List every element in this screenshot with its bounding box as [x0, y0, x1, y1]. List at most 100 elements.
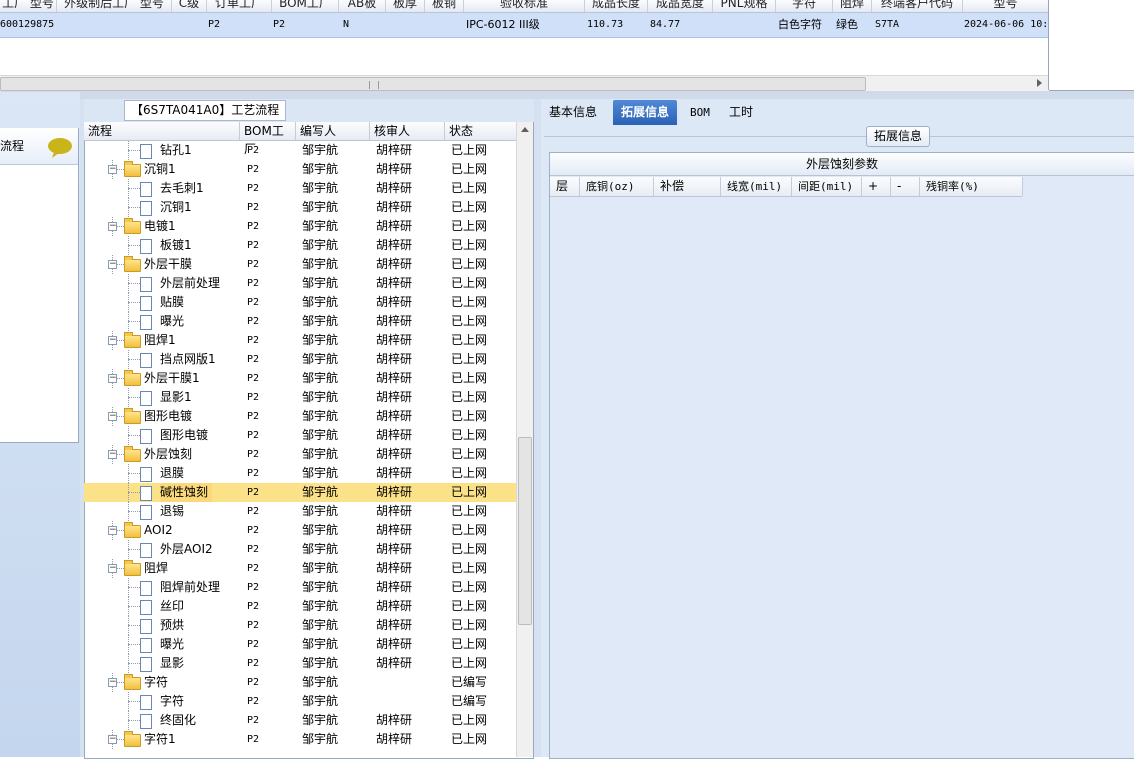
- col-header-solder[interactable]: 阻焊: [833, 0, 872, 12]
- etch-col-line-width[interactable]: 线宽(mil): [721, 177, 792, 196]
- tree-row[interactable]: − 电镀1 P2 邹宇航 胡梓研 已上网: [84, 217, 516, 236]
- middle-splitter[interactable]: [534, 99, 541, 757]
- col-header-order-factory[interactable]: 订单工厂: [207, 0, 272, 12]
- collapse-toggle-icon[interactable]: −: [108, 412, 117, 421]
- tree-row[interactable]: 显影1 P2 邹宇航 胡梓研 已上网: [84, 388, 516, 407]
- tree-row[interactable]: 预烘 P2 邹宇航 胡梓研 已上网: [84, 616, 516, 635]
- collapse-toggle-icon[interactable]: −: [108, 336, 117, 345]
- tree-row[interactable]: 图形电镀 P2 邹宇航 胡梓研 已上网: [84, 426, 516, 445]
- collapse-toggle-icon[interactable]: −: [108, 735, 117, 744]
- col-header-ab[interactable]: AB板: [339, 0, 386, 12]
- tree-row[interactable]: − 外层干膜1 P2 邹宇航 胡梓研 已上网: [84, 369, 516, 388]
- tree-row[interactable]: 挡点网版1 P2 邹宇航 胡梓研 已上网: [84, 350, 516, 369]
- tree-row[interactable]: 显影 P2 邹宇航 胡梓研 已上网: [84, 654, 516, 673]
- tree-row[interactable]: 终固化 P2 邹宇航 胡梓研 已上网: [84, 711, 516, 730]
- scroll-up-arrow-icon[interactable]: [521, 127, 529, 132]
- folder-icon: [124, 731, 141, 747]
- tree-row[interactable]: 沉铜1 P2 邹宇航 胡梓研 已上网: [84, 198, 516, 217]
- etch-col-residual-copper[interactable]: 残铜率(%): [920, 177, 1023, 196]
- etch-col-plus[interactable]: +: [862, 177, 891, 196]
- tree-row-label: 外层干膜: [144, 257, 193, 271]
- col-header-customer[interactable]: 终端客户代码: [872, 0, 963, 12]
- collapse-toggle-icon[interactable]: −: [108, 564, 117, 573]
- etch-col-minus[interactable]: -: [891, 177, 920, 196]
- tree-row[interactable]: − 外层干膜 P2 邹宇航 胡梓研 已上网: [84, 255, 516, 274]
- col-header-length[interactable]: 成品长度: [585, 0, 648, 12]
- etch-col-base-copper[interactable]: 底铜(oz): [580, 177, 654, 196]
- tree-row[interactable]: − 阻焊 P2 邹宇航 胡梓研 已上网: [84, 559, 516, 578]
- collapse-toggle-icon[interactable]: −: [108, 165, 117, 174]
- tree-row[interactable]: − 字符1 P2 邹宇航 胡梓研 已上网: [84, 730, 516, 749]
- collapse-toggle-icon[interactable]: −: [108, 450, 117, 459]
- tab-bom[interactable]: BOM: [682, 100, 718, 125]
- tree-row-status: 已上网: [451, 447, 488, 461]
- tree-row[interactable]: 外层前处理 P2 邹宇航 胡梓研 已上网: [84, 274, 516, 293]
- tab-extended-info[interactable]: 拓展信息: [613, 100, 678, 125]
- col-header-type[interactable]: 型号: [963, 0, 1048, 12]
- collapse-toggle-icon[interactable]: −: [108, 222, 117, 231]
- tree-col-writer[interactable]: 编写人: [296, 122, 370, 140]
- tree-row[interactable]: − 图形电镀 P2 邹宇航 胡梓研 已上网: [84, 407, 516, 426]
- document-icon: [140, 638, 152, 653]
- tree-row-factory: P2: [247, 202, 260, 213]
- collapse-toggle-icon[interactable]: −: [108, 678, 117, 687]
- tree-vscroll-thumb[interactable]: [518, 437, 532, 625]
- tree-row[interactable]: 阻焊前处理 P2 邹宇航 胡梓研 已上网: [84, 578, 516, 597]
- tree-row[interactable]: 碱性蚀刻 P2 邹宇航 胡梓研 已上网: [84, 483, 516, 502]
- tree-row[interactable]: 去毛刺1 P2 邹宇航 胡梓研 已上网: [84, 179, 516, 198]
- tree-row-writer: 邹宇航: [302, 561, 339, 575]
- tree-row[interactable]: 曝光 P2 邹宇航 胡梓研 已上网: [84, 312, 516, 331]
- comment-icon[interactable]: [47, 137, 73, 162]
- col-header-char[interactable]: 字符: [776, 0, 833, 12]
- tree-row-label: 字符: [144, 675, 169, 689]
- col-header-copper[interactable]: 板铜: [425, 0, 464, 12]
- horizontal-splitter[interactable]: [0, 91, 1134, 99]
- hscroll-right-arrow-icon[interactable]: [1037, 79, 1042, 87]
- etch-col-spacing[interactable]: 间距(mil): [792, 177, 862, 196]
- tree-row-reviewer: 胡梓研: [376, 352, 413, 366]
- tree-row-writer: 邹宇航: [302, 542, 339, 556]
- tree-row[interactable]: − AOI2 P2 邹宇航 胡梓研 已上网: [84, 521, 516, 540]
- col-header-bom-factory[interactable]: BOM工厂: [272, 0, 339, 12]
- tree-row[interactable]: − 外层蚀刻 P2 邹宇航 胡梓研 已上网: [84, 445, 516, 464]
- col-header-width[interactable]: 成品宽度: [648, 0, 713, 12]
- tree-row[interactable]: 丝印 P2 邹宇航 胡梓研 已上网: [84, 597, 516, 616]
- tree-row[interactable]: 板镀1 P2 邹宇航 胡梓研 已上网: [84, 236, 516, 255]
- col-header-c-level[interactable]: C级: [172, 0, 207, 12]
- tree-col-status[interactable]: 状态: [445, 122, 517, 140]
- tree-vscrollbar[interactable]: [516, 122, 533, 757]
- tree-row[interactable]: 曝光 P2 邹宇航 胡梓研 已上网: [84, 635, 516, 654]
- tree-row[interactable]: 贴膜 P2 邹宇航 胡梓研 已上网: [84, 293, 516, 312]
- collapse-toggle-icon[interactable]: −: [108, 260, 117, 269]
- tree-row[interactable]: − 字符 P2 邹宇航 已编写: [84, 673, 516, 692]
- document-icon: [140, 695, 152, 710]
- collapse-toggle-icon[interactable]: −: [108, 374, 117, 383]
- col-header-standard[interactable]: 验收标准: [464, 0, 585, 12]
- col-header-pnl[interactable]: PNL规格: [713, 0, 776, 12]
- tree-row[interactable]: 钻孔1 P2 邹宇航 胡梓研 已上网: [84, 141, 516, 160]
- tab-basic-info[interactable]: 基本信息: [541, 100, 605, 125]
- tree-row[interactable]: 外层AOI2 P2 邹宇航 胡梓研 已上网: [84, 540, 516, 559]
- order-grid-hscrollbar[interactable]: [0, 75, 1048, 91]
- col-header-thickness[interactable]: 板厚: [386, 0, 425, 12]
- hscroll-thumb[interactable]: [0, 77, 866, 91]
- col-header-outer-model[interactable]: 外级制后工厂 型号: [57, 0, 172, 12]
- order-c-level: P2: [208, 19, 221, 30]
- order-row[interactable]: 600129875 P2 P2 N IPC-6012 III级 110.73 8…: [0, 13, 1048, 38]
- tree-row[interactable]: − 沉铜1 P2 邹宇航 胡梓研 已上网: [84, 160, 516, 179]
- tree-row[interactable]: − 阻焊1 P2 邹宇航 胡梓研 已上网: [84, 331, 516, 350]
- tree-col-flow[interactable]: 流程: [84, 122, 240, 140]
- tree-col-reviewer[interactable]: 核审人: [370, 122, 445, 140]
- tab-work-hours[interactable]: 工时: [721, 100, 761, 125]
- tree-row[interactable]: 退锡 P2 邹宇航 胡梓研 已上网: [84, 502, 516, 521]
- document-icon: [140, 429, 152, 444]
- tree-row[interactable]: 字符 P2 邹宇航 已编写: [84, 692, 516, 711]
- tree-row-factory: P2: [247, 278, 260, 289]
- tree-col-factory[interactable]: BOM工厂: [240, 122, 296, 156]
- etch-col-layer[interactable]: 层: [550, 177, 580, 196]
- extended-info-caption: 拓展信息: [866, 126, 931, 147]
- collapse-toggle-icon[interactable]: −: [108, 526, 117, 535]
- col-header-model[interactable]: 工厂 型号: [0, 0, 57, 12]
- etch-col-compensation[interactable]: 补偿: [654, 177, 721, 196]
- tree-row[interactable]: 退膜 P2 邹宇航 胡梓研 已上网: [84, 464, 516, 483]
